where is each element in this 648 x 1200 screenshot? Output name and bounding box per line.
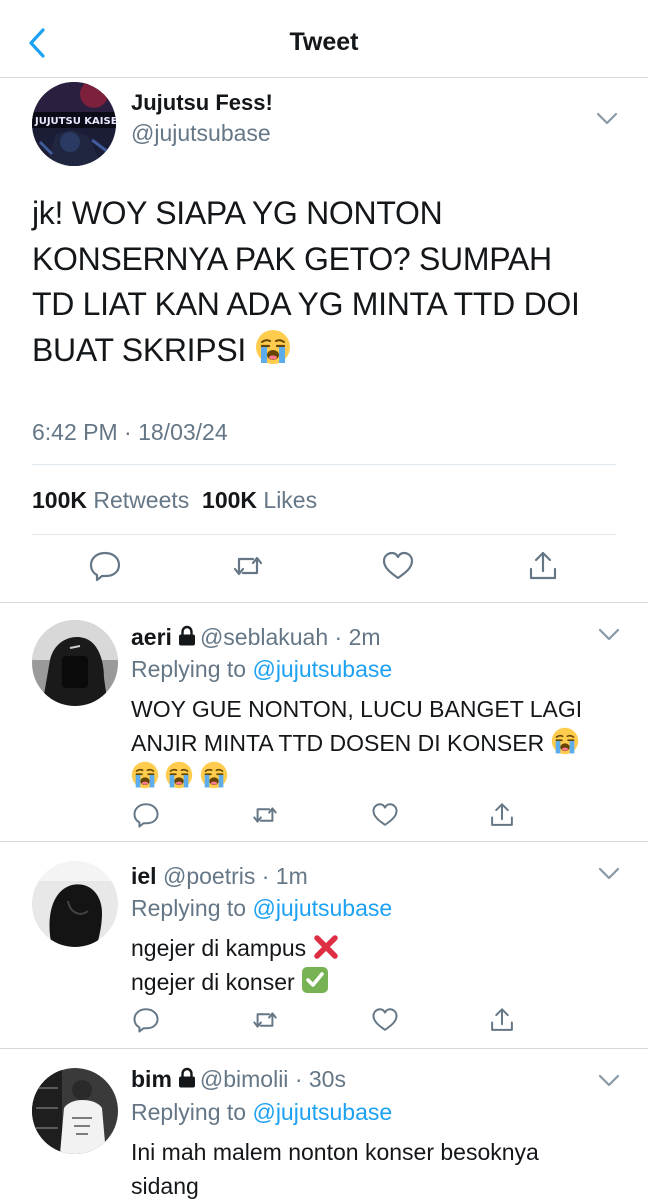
like-icon[interactable] [371, 1006, 399, 1034]
share-icon[interactable] [488, 1006, 516, 1034]
replying-to: Replying to @jujutsubase [131, 656, 392, 683]
avatar[interactable] [32, 861, 118, 947]
reply-time: · 30s [294, 1066, 346, 1092]
reply-text: ngejer di kampus ngejer di konser [131, 931, 631, 999]
reply-tweet[interactable]: iel @poetris · 1m Replying to @jujutsuba… [0, 843, 648, 1049]
reply-actions [0, 1006, 648, 1034]
like-icon[interactable] [381, 549, 415, 583]
retweet-icon[interactable] [251, 1006, 279, 1034]
reply-author-name[interactable]: iel [131, 863, 157, 889]
reply-icon[interactable] [132, 801, 160, 829]
avatar[interactable] [32, 1068, 118, 1154]
avatar[interactable]: JUJUTSU KAISEN [32, 82, 116, 166]
reply-author-handle[interactable]: @seblakuah [200, 624, 328, 650]
tweet-text: jk! WOY SIAPA YG NONTON KONSERNYA PAK GE… [32, 191, 622, 373]
mention-link[interactable]: @jujutsubase [252, 1099, 392, 1125]
reply-author-name[interactable]: aeri [131, 624, 172, 650]
tweet-actions [0, 549, 648, 589]
replying-to: Replying to @jujutsubase [131, 895, 392, 922]
likes-count: 100K [202, 487, 258, 513]
cross-mark-icon [313, 935, 338, 959]
mention-link[interactable]: @jujutsubase [252, 895, 392, 921]
loudly-crying-face-icon [551, 727, 579, 755]
reply-text: WOY GUE NONTON, LUCU BANGET LAGI ANJIR M… [131, 692, 631, 794]
likes-stat[interactable]: 100K Likes [202, 487, 317, 513]
chevron-down-icon[interactable] [596, 112, 618, 126]
chevron-down-icon[interactable] [598, 867, 620, 881]
loudly-crying-face-icon [131, 761, 159, 789]
likes-label: Likes [263, 487, 318, 513]
author-name[interactable]: Jujutsu Fess! [131, 90, 273, 116]
tweet-text-line: BUAT SKRIPSI [32, 328, 622, 374]
reply-text-line-content: ngejer di konser [131, 969, 295, 995]
lock-icon [178, 625, 195, 646]
reply-author-handle[interactable]: @bimolii [200, 1066, 289, 1092]
page-title: Tweet [289, 28, 359, 56]
retweets-label: Retweets [93, 487, 190, 513]
tweet-text-line-content: BUAT SKRIPSI [32, 331, 246, 368]
tweet-text-line: jk! WOY SIAPA YG NONTON [32, 195, 443, 231]
tweet-text-line: KONSERNYA PAK GETO? SUMPAH [32, 240, 552, 277]
reply-actions [0, 801, 648, 829]
retweet-icon[interactable] [251, 801, 279, 829]
reply-text-line-content: ANJIR MINTA TTD DOSEN DI KONSER [131, 730, 545, 756]
divider [32, 534, 616, 535]
retweet-icon[interactable] [231, 549, 265, 583]
reply-header: aeri @seblakuah · 2m [131, 624, 381, 651]
mention-link[interactable]: @jujutsubase [252, 656, 392, 682]
like-icon[interactable] [371, 801, 399, 829]
reply-tweet[interactable]: bim @bimolii · 30s Replying to @jujutsuba… [0, 1050, 648, 1200]
retweets-stat[interactable]: 100K Retweets [32, 487, 189, 513]
replying-to: Replying to @jujutsubase [131, 1099, 392, 1126]
loudly-crying-face-icon [200, 761, 228, 789]
loudly-crying-face-icon [255, 329, 291, 365]
svg-text:JUJUTSU KAISEN: JUJUTSU KAISEN [34, 116, 116, 127]
chevron-down-icon[interactable] [598, 628, 620, 642]
reply-header: iel @poetris · 1m [131, 863, 308, 890]
replying-to-label: Replying to [131, 1099, 247, 1125]
reply-text-line: Ini mah malem nonton konser besoknya [131, 1139, 539, 1165]
reply-time: · 1m [261, 863, 308, 889]
chevron-down-icon[interactable] [598, 1074, 620, 1088]
main-tweet: JUJUTSU KAISEN Jujutsu Fess! @jujutsubas… [0, 79, 648, 603]
reply-time: · 2m [334, 624, 381, 650]
reply-text-line: WOY GUE NONTON, LUCU BANGET LAGI [131, 696, 583, 722]
reply-text-line-content: ngejer di kampus [131, 935, 307, 961]
reply-icon[interactable] [88, 549, 122, 583]
share-icon[interactable] [526, 549, 560, 583]
avatar[interactable] [32, 620, 118, 706]
tweet-timestamp: 6:42 PM · 18/03/24 [32, 419, 228, 445]
reply-tweet[interactable]: aeri @seblakuah · 2m Replying to @jujutsu… [0, 604, 648, 842]
reply-text-line: ngejer di kampus [131, 931, 631, 965]
reply-text-line [131, 760, 631, 794]
replying-to-label: Replying to [131, 656, 247, 682]
reply-icon[interactable] [132, 1006, 160, 1034]
reply-text-line: ANJIR MINTA TTD DOSEN DI KONSER [131, 726, 631, 760]
tweet-text-line: TD LIAT KAN ADA YG MINTA TTD DOI [32, 286, 580, 322]
reply-author-handle[interactable]: @poetris [163, 863, 255, 889]
retweets-count: 100K [32, 487, 87, 513]
reply-text: Ini mah malem nonton konser besoknya sid… [131, 1135, 631, 1200]
lock-icon [178, 1067, 195, 1088]
reply-author-name[interactable]: bim [131, 1066, 172, 1092]
loudly-crying-face-icon [165, 761, 193, 789]
author-handle[interactable]: @jujutsubase [131, 120, 271, 147]
replying-to-label: Replying to [131, 895, 247, 921]
reply-text-line: ngejer di konser [131, 965, 631, 999]
check-mark-button-icon [302, 967, 329, 993]
tweet-stats: 100K Retweets 100K Likes [32, 487, 317, 514]
share-icon[interactable] [488, 801, 516, 829]
nav-bar: Tweet [0, 0, 648, 78]
divider [32, 464, 616, 465]
reply-header: bim @bimolii · 30s [131, 1066, 346, 1093]
reply-text-line: sidang [131, 1173, 199, 1199]
